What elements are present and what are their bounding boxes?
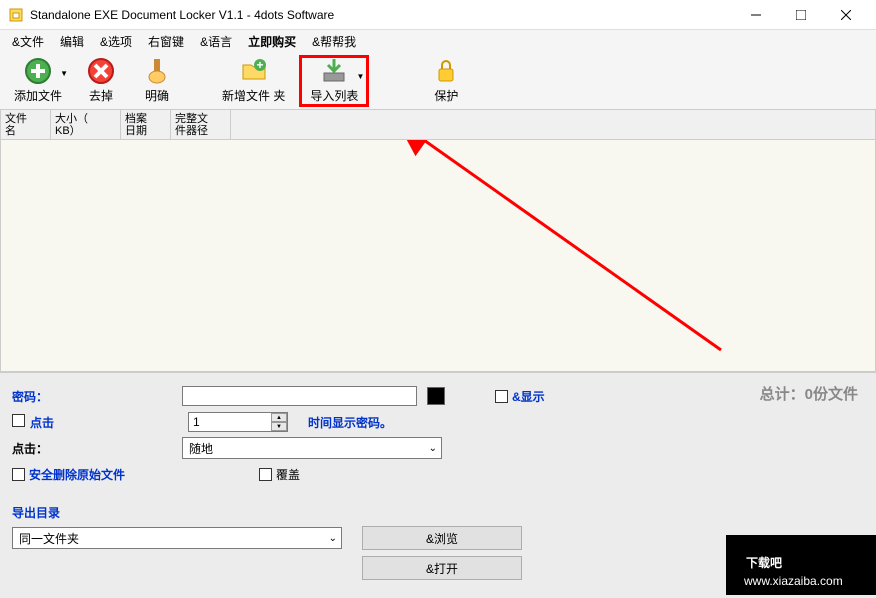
clear-icon [143, 57, 171, 85]
import-label: 导入列表 [310, 87, 358, 104]
time-show-label: 时间显示密码。 [308, 414, 392, 431]
menu-options[interactable]: &选项 [92, 31, 140, 52]
menubar: &文件 编辑 &选项 右窗键 &语言 立即购买 &帮帮我 [0, 30, 876, 52]
secure-delete-label: 安全删除原始文件 [29, 466, 259, 483]
annotation-arrow [1, 140, 876, 372]
output-dir-label: 导出目录 [12, 504, 60, 521]
column-size[interactable]: 大小（ KB） [51, 110, 121, 139]
click-label2: 点击： [12, 440, 182, 457]
menu-language[interactable]: &语言 [192, 31, 240, 52]
app-icon [8, 7, 24, 23]
column-date[interactable]: 档案 日期 [121, 110, 171, 139]
browse-button[interactable]: &浏览 [362, 526, 522, 550]
lock-icon [432, 57, 460, 85]
menu-edit[interactable]: 编辑 [52, 31, 92, 52]
password-label: 密码： [12, 388, 182, 405]
spinner-value: 1 [193, 415, 200, 429]
spinner-up[interactable]: ▲ [271, 413, 287, 422]
column-name[interactable]: 文件 名 [1, 110, 51, 139]
position-select[interactable]: 随地 ⌄ [182, 437, 442, 459]
color-picker[interactable] [427, 387, 445, 405]
dropdown-icon: ▼ [356, 72, 364, 81]
dropdown-icon: ▼ [60, 69, 68, 78]
add-file-button[interactable]: 添加文件 ▼ [6, 55, 70, 107]
newfolder-label: 新增文件 夹 [222, 87, 285, 104]
protect-label: 保护 [434, 87, 458, 104]
column-path[interactable]: 完整文 件器径 [171, 110, 231, 139]
maximize-button[interactable] [778, 0, 823, 29]
overwrite-label: 覆盖 [276, 466, 300, 483]
menu-rightkey[interactable]: 右窗键 [140, 31, 192, 52]
chevron-down-icon: ⌄ [329, 533, 337, 544]
spinner-down[interactable]: ▼ [271, 422, 287, 431]
import-icon [320, 57, 348, 85]
total-count: 总计：0份文件 [760, 383, 858, 404]
toolbar: 添加文件 ▼ 去掉 明确 + 新增文件 夹 导入列表 ▼ 保护 [0, 52, 876, 110]
add-label: 添加文件 [14, 87, 62, 104]
password-input[interactable] [182, 386, 417, 406]
overwrite-checkbox[interactable] [259, 468, 272, 481]
remove-icon [87, 57, 115, 85]
watermark-logo: 下载吧 www.xiazaiba.com [726, 535, 876, 598]
titlebar: Standalone EXE Document Locker V1.1 - 4d… [0, 0, 876, 30]
spinner-input[interactable]: 1 ▲▼ [188, 412, 288, 432]
minimize-button[interactable] [733, 0, 778, 29]
new-folder-button[interactable]: + 新增文件 夹 [214, 55, 293, 107]
svg-text:+: + [256, 58, 263, 72]
show-checkbox[interactable] [495, 390, 508, 403]
secure-delete-checkbox[interactable] [12, 468, 25, 481]
watermark-url: www.xiazaiba.com [743, 574, 843, 588]
close-button[interactable] [823, 0, 868, 29]
folder-icon: + [240, 57, 268, 85]
output-folder-select[interactable]: 同一文件夹 ⌄ [12, 527, 342, 549]
chevron-down-icon: ⌄ [429, 443, 437, 454]
window-title: Standalone EXE Document Locker V1.1 - 4d… [30, 8, 733, 22]
position-value: 随地 [189, 440, 213, 457]
menu-help[interactable]: &帮帮我 [304, 31, 364, 52]
output-folder-value: 同一文件夹 [19, 530, 79, 547]
click-label: 点击 [30, 414, 188, 431]
watermark-brand: 下载吧 [746, 555, 782, 570]
open-button[interactable]: &打开 [362, 556, 522, 580]
clear-label: 明确 [145, 87, 169, 104]
protect-button[interactable]: 保护 [421, 55, 471, 107]
file-list[interactable] [0, 140, 876, 372]
add-icon [24, 57, 52, 85]
menu-buy[interactable]: 立即购买 [240, 31, 304, 52]
show-label: &显示 [512, 388, 545, 405]
clear-button[interactable]: 明确 [132, 55, 182, 107]
import-list-button[interactable]: 导入列表 ▼ [299, 55, 369, 107]
table-header: 文件 名 大小（ KB） 档案 日期 完整文 件器径 [0, 110, 876, 140]
remove-label: 去掉 [89, 87, 113, 104]
menu-file[interactable]: &文件 [4, 31, 52, 52]
click-checkbox[interactable] [12, 414, 25, 427]
remove-button[interactable]: 去掉 [76, 55, 126, 107]
